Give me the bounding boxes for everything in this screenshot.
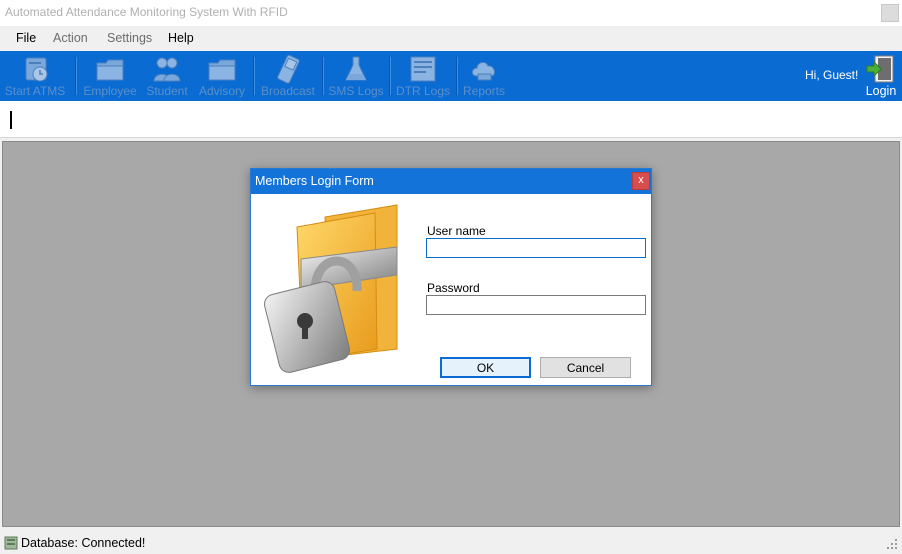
flask-icon [345, 56, 367, 81]
main-toolbar: Start ATMS Employee Student Advisory Bro… [0, 51, 902, 101]
broadcast-button[interactable]: Broadcast [259, 51, 317, 101]
toolbar-separator [322, 57, 324, 95]
dialog-close-button[interactable]: x [632, 172, 650, 190]
login-button[interactable]: Login [862, 51, 900, 101]
toolbar-separator [456, 57, 458, 95]
menu-settings[interactable]: Settings [107, 31, 152, 45]
password-label: Password [427, 281, 480, 295]
users-icon [153, 57, 181, 82]
document-icon [410, 56, 436, 82]
phone-icon [277, 54, 300, 84]
menu-bar: File Action Settings Help [0, 26, 902, 50]
window-control-button[interactable] [881, 4, 899, 22]
clock-icon [25, 57, 48, 82]
login-dialog: Members Login Form x User name Password … [250, 168, 652, 386]
dialog-title: Members Login Form [255, 174, 374, 188]
username-label: User name [427, 224, 486, 238]
window-title: Automated Attendance Monitoring System W… [5, 5, 288, 19]
dtr-logs-button[interactable]: DTR Logs [395, 51, 451, 101]
toolbar-separator [389, 57, 391, 95]
rfid-input[interactable] [0, 101, 902, 138]
toolbar-separator [253, 57, 255, 95]
window-titlebar: Automated Attendance Monitoring System W… [0, 0, 902, 26]
database-status: Database: Connected! [21, 536, 146, 550]
dialog-titlebar: Members Login Form x [251, 169, 651, 194]
menu-file[interactable]: File [16, 31, 36, 45]
reports-label: Reports [462, 84, 506, 98]
broadcast-label: Broadcast [260, 84, 316, 98]
folder-icon [208, 59, 236, 81]
start-atms-button[interactable]: Start ATMS [4, 51, 66, 101]
ok-button[interactable]: OK [440, 357, 531, 378]
student-label: Student [146, 84, 188, 98]
cloud-icon [471, 61, 496, 81]
resize-grip-icon[interactable] [886, 538, 898, 550]
sms-logs-button[interactable]: SMS Logs [328, 51, 384, 101]
database-icon [4, 536, 18, 550]
menu-help[interactable]: Help [168, 31, 194, 45]
advisory-label: Advisory [198, 84, 245, 98]
dtr-logs-label: DTR Logs [395, 84, 451, 98]
sms-logs-label: SMS Logs [328, 84, 384, 98]
password-field[interactable] [426, 295, 646, 315]
greeting-text: Hi, Guest! [805, 68, 859, 82]
username-field[interactable] [426, 238, 646, 258]
start-atms-label: Start ATMS [4, 84, 66, 98]
login-label: Login [865, 84, 897, 98]
toolbar-separator [75, 57, 77, 95]
status-bar: Database: Connected! [0, 532, 902, 554]
login-door-icon [866, 55, 894, 83]
employee-button[interactable]: Employee [82, 51, 138, 101]
advisory-button[interactable]: Advisory [196, 51, 248, 101]
student-button[interactable]: Student [144, 51, 190, 101]
padlock-folder-icon [264, 204, 398, 373]
text-cursor [10, 111, 12, 129]
folder-icon [96, 59, 124, 81]
reports-button[interactable]: Reports [461, 51, 507, 101]
menu-action[interactable]: Action [53, 31, 88, 45]
employee-label: Employee [83, 84, 137, 98]
cancel-button[interactable]: Cancel [540, 357, 631, 378]
